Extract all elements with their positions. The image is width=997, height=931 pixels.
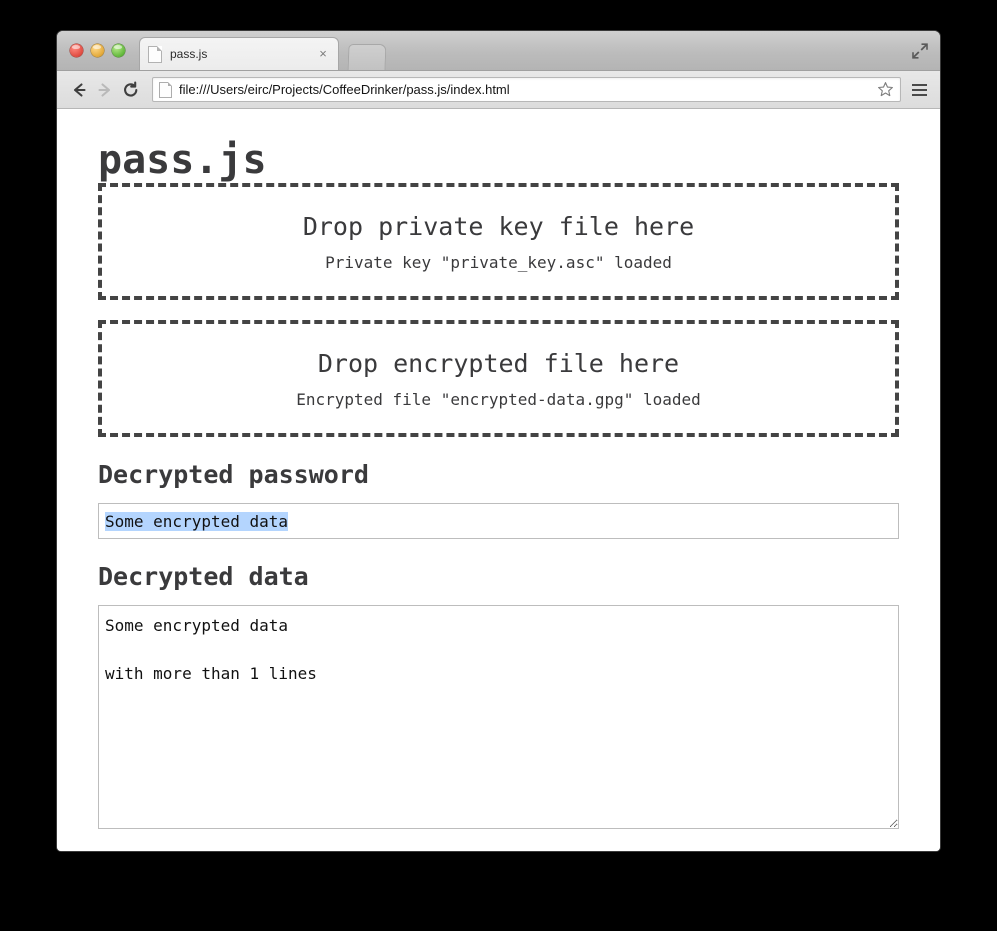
hamburger-line	[911, 93, 927, 96]
decrypted-password-input[interactable]	[98, 503, 899, 539]
tab-pass-js[interactable]: pass.js ×	[139, 37, 339, 70]
hamburger-line	[911, 83, 927, 86]
encrypted-file-status: Encrypted file "encrypted-data.gpg" load…	[296, 389, 701, 409]
encrypted-file-dropzone-heading: Drop encrypted file here	[317, 348, 680, 378]
page-icon	[159, 81, 172, 98]
close-window-button[interactable]	[70, 44, 83, 57]
browser-window: pass.js × file:///Users/eirc/Projects/Co…	[57, 31, 940, 851]
address-bar[interactable]: file:///Users/eirc/Projects/CoffeeDrinke…	[152, 77, 901, 102]
page-icon	[148, 45, 162, 63]
maximize-window-button[interactable]	[112, 44, 125, 57]
decrypted-data-textarea[interactable]: Some encrypted data with more than 1 lin…	[98, 605, 899, 829]
browser-toolbar: file:///Users/eirc/Projects/CoffeeDrinke…	[57, 71, 940, 109]
new-tab-button[interactable]	[347, 44, 387, 70]
browser-menu-button[interactable]	[907, 77, 931, 103]
close-icon[interactable]: ×	[316, 47, 330, 61]
page-viewport: pass.js Drop private key file here Priva…	[57, 109, 940, 851]
decrypted-data-heading: Decrypted data	[98, 562, 309, 591]
private-key-status: Private key "private_key.asc" loaded	[325, 252, 672, 272]
fullscreen-icon[interactable]	[910, 41, 930, 61]
tab-title: pass.js	[170, 47, 208, 61]
page-title: pass.js	[98, 137, 267, 183]
decrypted-password-heading: Decrypted password	[98, 460, 369, 489]
reload-button[interactable]	[118, 77, 144, 103]
hamburger-line	[911, 88, 927, 91]
window-controls	[70, 44, 125, 57]
forward-button[interactable]	[92, 77, 118, 103]
bookmark-star-icon[interactable]	[876, 81, 894, 99]
reload-icon	[124, 81, 138, 96]
private-key-dropzone[interactable]: Drop private key file here Private key "…	[98, 183, 899, 300]
tab-strip: pass.js ×	[57, 31, 940, 71]
forward-arrow-icon	[98, 82, 111, 97]
back-arrow-icon	[73, 82, 86, 97]
private-key-dropzone-heading: Drop private key file here	[302, 211, 695, 241]
minimize-window-button[interactable]	[91, 44, 104, 57]
encrypted-file-dropzone[interactable]: Drop encrypted file here Encrypted file …	[98, 320, 899, 437]
url-text: file:///Users/eirc/Projects/CoffeeDrinke…	[179, 82, 510, 97]
back-button[interactable]	[66, 77, 92, 103]
